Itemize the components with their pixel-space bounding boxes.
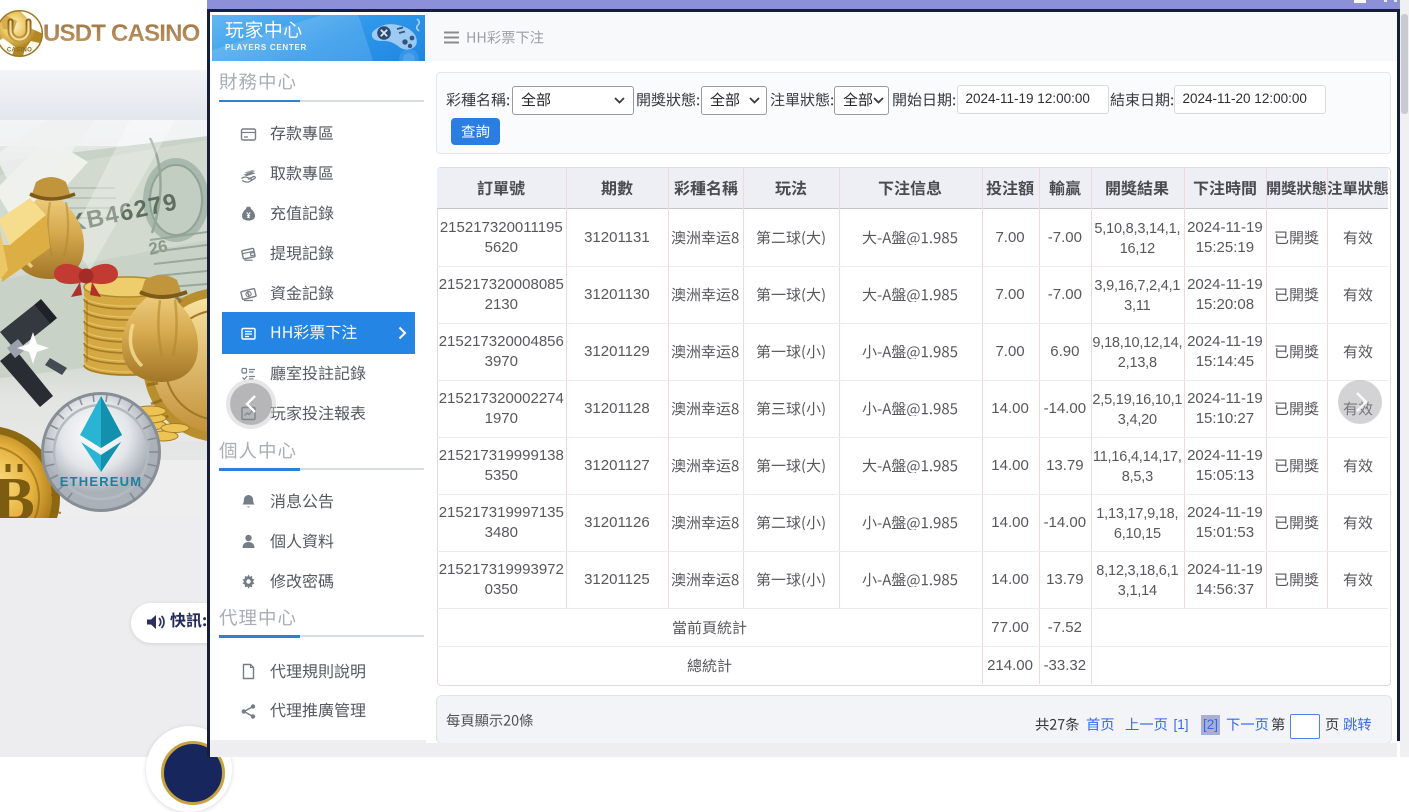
svg-text:CASINO: CASINO xyxy=(7,48,32,54)
svg-text:ETHEREUM: ETHEREUM xyxy=(60,474,143,489)
